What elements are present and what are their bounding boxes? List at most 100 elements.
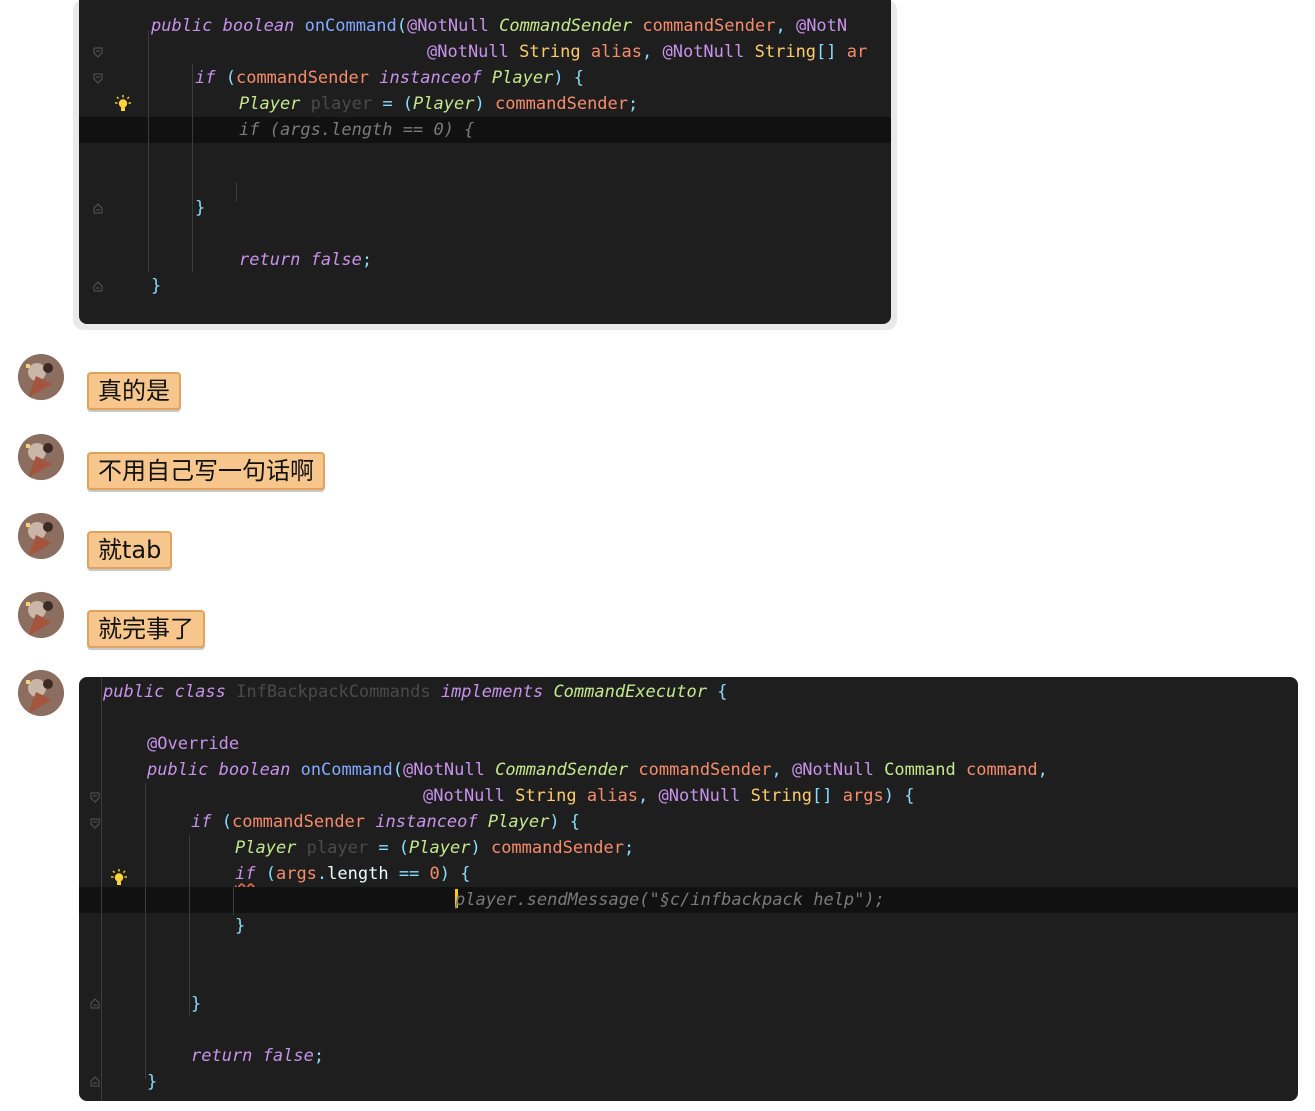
code-token: ,	[1037, 760, 1048, 780]
fold-marker-icon[interactable]	[93, 73, 103, 84]
code-screenshot-1: public boolean onCommand(@NotNull Comman…	[73, 0, 897, 330]
code-token: ) {	[883, 786, 915, 806]
fold-marker-icon[interactable]	[93, 203, 103, 214]
code-token: (	[215, 68, 236, 88]
code-token: if	[191, 812, 212, 832]
code-area-1: public boolean onCommand(@NotNull Comman…	[79, 0, 891, 324]
chat-bubble: 真的是	[87, 372, 181, 410]
code-token: CommandSender	[495, 760, 629, 780]
code-token: String	[519, 42, 581, 62]
chat-bubble: 就tab	[87, 531, 173, 569]
code-line-text: if (args.length == 0) {	[235, 861, 471, 887]
code-line-text: }	[147, 1069, 157, 1095]
fold-marker-icon[interactable]	[90, 1076, 100, 1087]
lightbulb-icon[interactable]	[114, 95, 132, 113]
code-token: ==	[388, 864, 430, 884]
code-token: ar	[846, 42, 868, 62]
code-token: }	[195, 198, 206, 218]
code-token: (	[211, 812, 232, 832]
code-token: }	[151, 276, 162, 296]
code-editor-panel-1: public boolean onCommand(@NotNull Comman…	[79, 0, 891, 324]
code-token: )	[470, 838, 491, 858]
fold-marker-icon[interactable]	[90, 998, 100, 1009]
code-token: []	[816, 42, 847, 62]
code-token: CommandSender	[499, 16, 633, 36]
code-token: Player	[487, 812, 550, 832]
fold-marker-icon[interactable]	[90, 792, 100, 803]
code-token: {	[706, 682, 728, 702]
code-token: Player	[413, 94, 475, 114]
code-token: if	[195, 68, 216, 88]
code-token: ) {	[553, 68, 585, 88]
code-token: args	[842, 786, 884, 806]
code-token: public	[147, 760, 209, 780]
code-token: Player	[239, 94, 301, 114]
code-token: alias	[586, 786, 638, 806]
code-token: (	[392, 760, 403, 780]
code-token: alias	[590, 42, 642, 62]
code-token: InfBackpackCommands	[236, 682, 431, 702]
code-line-text: @Override	[147, 731, 239, 757]
code-token: String	[750, 786, 813, 806]
message-text: 就tab	[98, 536, 162, 564]
code-token: player	[306, 838, 369, 858]
code-token: return	[191, 1046, 253, 1066]
fold-marker-icon[interactable]	[90, 818, 100, 829]
code-line-text: }	[235, 913, 245, 939]
code-line: }	[79, 195, 891, 221]
user-avatar[interactable]	[18, 434, 64, 480]
user-avatar[interactable]	[18, 354, 64, 400]
indent-guide	[145, 783, 146, 1079]
code-token: instanceof	[379, 68, 482, 88]
code-line: if (args.length == 0) {	[79, 117, 891, 143]
lightbulb-icon[interactable]	[110, 869, 128, 887]
code-line-text: return false;	[191, 1043, 324, 1069]
code-token: @NotNull	[658, 786, 741, 806]
user-avatar[interactable]	[18, 592, 64, 638]
code-token: @NotNull	[423, 786, 505, 806]
fold-marker-icon[interactable]	[93, 47, 103, 58]
code-token: args	[275, 864, 317, 884]
user-avatar[interactable]	[18, 513, 64, 559]
code-token: return	[239, 250, 301, 270]
indent-guide	[189, 835, 190, 1015]
code-token: @NotNull	[791, 760, 874, 780]
code-token: ;	[361, 250, 373, 270]
message-text: 真的是	[98, 377, 170, 405]
code-token: @NotNull	[427, 42, 509, 62]
code-token: commandSender	[490, 838, 625, 858]
code-line: Player player = (Player) commandSender;	[79, 835, 1298, 861]
code-line: @NotNull String alias, @NotNull String[]…	[79, 39, 891, 65]
indent-guide	[148, 30, 149, 272]
code-line: }	[79, 991, 1298, 1017]
code-token: CommandExecutor	[553, 682, 707, 702]
code-line-text: Player player = (Player) commandSender;	[235, 835, 634, 861]
fold-marker-icon[interactable]	[93, 281, 103, 292]
indent-guide	[236, 182, 237, 202]
code-token: ) {	[439, 864, 471, 884]
code-token: @NotN	[795, 16, 848, 36]
code-token: (	[255, 864, 276, 884]
code-token: false	[310, 250, 362, 270]
code-token: }	[191, 994, 202, 1014]
code-area-2: public class InfBackpackCommands impleme…	[79, 677, 1298, 1101]
code-token: ,	[771, 760, 792, 780]
code-line-text: @NotNull String alias, @NotNull String[]…	[423, 783, 914, 809]
code-token: @Override	[147, 734, 240, 754]
code-line-text: return false;	[239, 247, 372, 273]
user-avatar[interactable]	[18, 670, 64, 716]
code-token: player	[310, 94, 373, 114]
